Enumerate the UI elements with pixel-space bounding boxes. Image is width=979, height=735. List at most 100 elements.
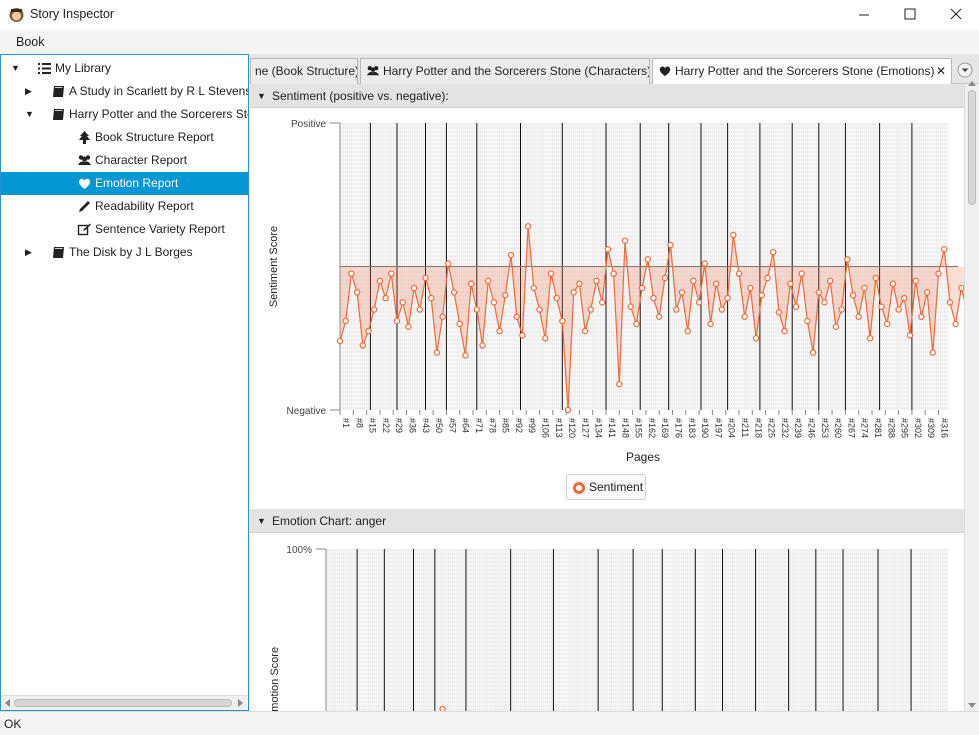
data-point (730, 231, 737, 239)
scroll-down-icon[interactable] (968, 701, 976, 709)
tree-item[interactable]: ▶ The Disk by J L Borges (1, 241, 248, 264)
data-point (752, 335, 760, 342)
anger-chart: 100% Emotion Score (269, 545, 949, 711)
y-axis-label: Sentiment Score (268, 226, 280, 307)
tab-close-icon[interactable]: ✕ (936, 59, 946, 83)
book-icon (53, 247, 64, 258)
scroll-right-icon[interactable] (236, 699, 244, 707)
data-point (764, 274, 771, 282)
tab-overflow-icon[interactable] (957, 62, 973, 78)
data-point (473, 306, 480, 313)
data-point (838, 306, 845, 313)
content-scroll-thumb[interactable] (968, 90, 976, 205)
collapse-icon[interactable]: ▼ (257, 509, 266, 533)
data-point (593, 277, 600, 285)
data-point (570, 289, 577, 296)
data-point (667, 241, 674, 249)
data-point (610, 270, 617, 277)
data-point (393, 317, 401, 325)
data-point (490, 299, 498, 306)
tree-item[interactable]: Sentence Variety Report (1, 218, 248, 241)
library-tree[interactable]: ▼ My Library ▶ A Study in Scarlett by R L S… (0, 54, 249, 711)
app-icon (9, 8, 24, 22)
x-tick-label: #64 (461, 418, 471, 433)
data-point (342, 317, 349, 325)
x-tick-label: #43 (421, 418, 431, 433)
x-tick-label: #260 (833, 418, 843, 438)
data-point (923, 289, 931, 296)
data-point (536, 306, 543, 313)
x-tick-label: #134 (594, 418, 604, 438)
tree-item[interactable]: Book Structure Report (1, 126, 248, 149)
data-point (861, 284, 868, 292)
tab-label: Harry Potter and the Sorcerers Stone (Ch… (383, 64, 650, 78)
tree-item[interactable]: Readability Report (1, 195, 248, 218)
data-point (781, 327, 788, 335)
data-point (388, 270, 395, 277)
data-point (707, 320, 714, 328)
tree-item[interactable]: ▼ Harry Potter and the Sorcerers Stone by… (1, 103, 248, 126)
anger-section-header[interactable]: ▼ Emotion Chart: anger (250, 509, 964, 533)
tree-item-label: The Disk by J L Borges (69, 245, 193, 259)
data-point (901, 294, 908, 302)
data-point (410, 284, 418, 292)
minimize-icon[interactable] (841, 0, 887, 30)
x-tick-label: #120 (567, 418, 577, 438)
tree-item-label: Readability Report (95, 199, 194, 213)
tree-horizontal-scrollbar[interactable] (2, 695, 247, 710)
tab[interactable]: Harry Potter and the Sorcerers Stone (Ch… (360, 58, 650, 84)
tab[interactable]: ne (Book Structure) (250, 58, 358, 84)
x-tick-label: #253 (820, 418, 830, 438)
expand-down-icon[interactable]: ▼ (25, 103, 35, 126)
close-icon[interactable] (933, 0, 979, 30)
legend-label: Sentiment (589, 480, 644, 494)
x-tick-label: #71 (474, 418, 484, 433)
collapse-icon[interactable]: ▼ (257, 84, 266, 108)
scroll-left-icon[interactable] (4, 699, 12, 707)
data-point (775, 309, 783, 316)
data-point (599, 299, 606, 306)
data-point (450, 289, 458, 296)
y-tick-label: 100% (286, 545, 312, 556)
content-vertical-scrollbar[interactable] (964, 81, 979, 711)
data-point (872, 274, 880, 282)
tree-item[interactable]: ▶ A Study in Scarlett by R L Stevenson (1, 80, 248, 103)
data-point (502, 291, 509, 299)
legend-item[interactable]: Sentiment (566, 474, 646, 500)
data-point (878, 303, 885, 310)
data-point (695, 299, 703, 306)
data-point (553, 294, 560, 302)
data-point (559, 317, 566, 325)
scroll-up-icon[interactable] (968, 80, 976, 88)
data-point (906, 332, 914, 339)
data-point (832, 323, 840, 330)
expand-right-icon[interactable]: ▶ (25, 80, 35, 103)
data-point (353, 289, 361, 296)
anger-section-title: Emotion Chart: anger (272, 514, 387, 528)
report-content: ▼ Sentiment (positive vs. negative): Pos… (250, 84, 964, 711)
data-point (621, 237, 629, 244)
tree-item[interactable]: Character Report (1, 149, 248, 172)
data-point (735, 270, 743, 277)
tree-item-label: Character Report (95, 153, 188, 167)
menu-bar: Book (0, 30, 979, 54)
tree-item[interactable]: ▼ My Library (1, 57, 248, 80)
data-point (718, 306, 726, 313)
data-point (382, 294, 389, 302)
tree-scroll-thumb[interactable] (14, 699, 232, 707)
menu-book[interactable]: Book (16, 35, 45, 49)
data-point (542, 335, 549, 342)
tree-item-label: Sentence Variety Report (95, 222, 225, 236)
maximize-icon[interactable] (887, 0, 933, 30)
tree-item[interactable]: Emotion Report (1, 172, 248, 195)
expand-down-icon[interactable]: ▼ (11, 57, 21, 80)
tab[interactable]: Harry Potter and the Sorcerers Stone (Em… (652, 58, 952, 84)
sentiment-section-header[interactable]: ▼ Sentiment (positive vs. negative): (250, 84, 964, 108)
expand-right-icon[interactable]: ▶ (25, 241, 35, 264)
data-point (946, 299, 954, 306)
x-tick-label: #302 (913, 418, 923, 438)
users-icon (366, 66, 380, 76)
data-point (587, 306, 594, 313)
data-point (405, 323, 412, 330)
data-point (804, 317, 811, 325)
